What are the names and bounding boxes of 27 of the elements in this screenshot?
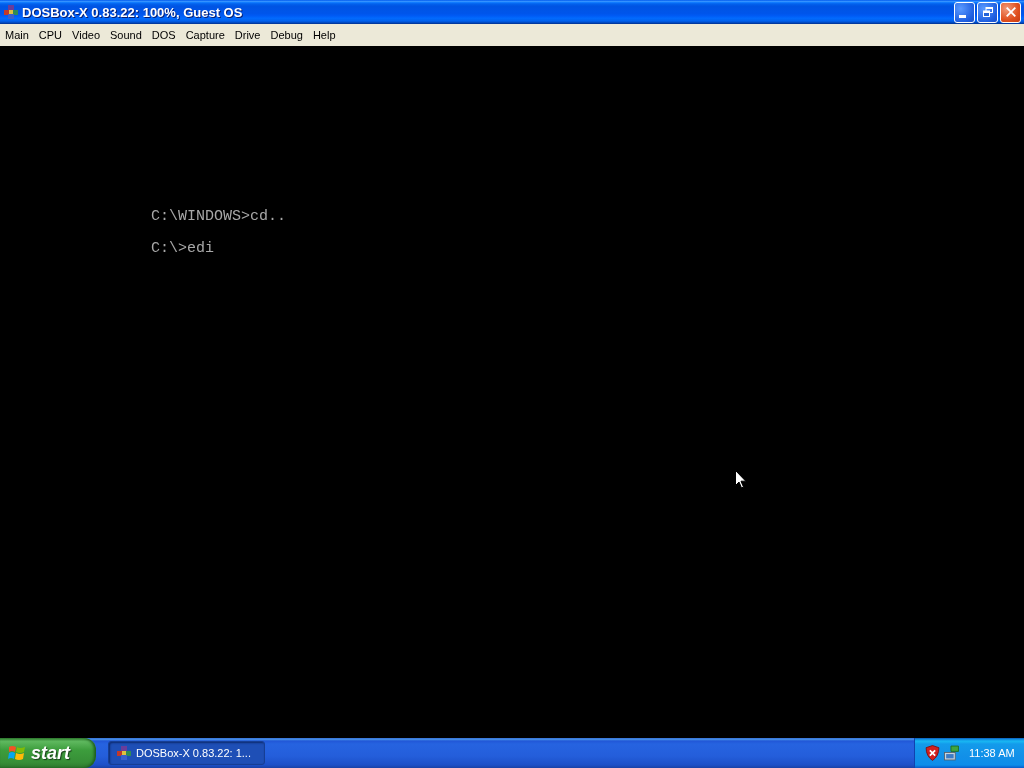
minimize-icon — [959, 14, 966, 18]
menu-item[interactable]: Help — [307, 26, 341, 44]
menu-item[interactable]: Drive — [229, 26, 266, 44]
restore-button[interactable] — [977, 1, 998, 23]
close-icon — [1005, 7, 1016, 17]
mouse-pointer-icon — [735, 470, 747, 489]
start-button[interactable]: start — [0, 738, 96, 768]
app-logo-icon — [4, 5, 18, 19]
monitor-icon[interactable] — [944, 745, 959, 761]
shield-alert-icon[interactable] — [925, 745, 940, 761]
taskbar-button[interactable]: DOSBox-X 0.83.22: 1... — [108, 741, 265, 765]
menu-item[interactable]: Video — [67, 26, 105, 44]
close-button[interactable] — [1000, 1, 1021, 23]
app-logo-icon — [117, 746, 131, 760]
menu-item[interactable]: CPU — [33, 26, 68, 44]
menu-item[interactable]: Capture — [180, 26, 230, 44]
menu-item[interactable]: Main — [0, 26, 34, 44]
flag-icon — [8, 745, 26, 761]
console-line: C:\>edi — [151, 241, 214, 257]
menu-item[interactable]: Sound — [105, 26, 147, 44]
minimize-button[interactable] — [954, 1, 975, 23]
clock-text: 11:38 AM — [969, 747, 1015, 759]
window-title: DOSBox-X 0.83.22: 100%, Guest OS — [22, 4, 243, 20]
menu-item[interactable]: Debug — [265, 26, 308, 44]
console-line: C:\WINDOWS>cd.. — [151, 209, 287, 225]
menu-item[interactable]: DOS — [146, 26, 181, 44]
restore-icon — [982, 7, 993, 17]
